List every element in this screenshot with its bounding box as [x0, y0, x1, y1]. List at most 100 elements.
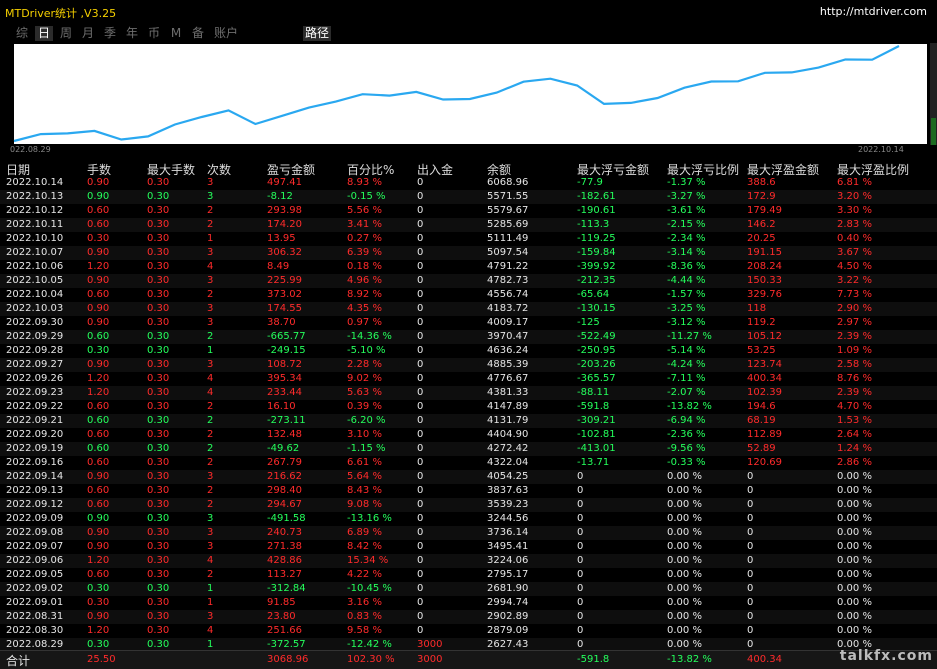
table-row[interactable]: 2022.08.31 0.90 0.30 3 23.80 0.83 % 0 2902.89 0 0…	[0, 610, 937, 624]
table-cell: 4147.89	[487, 401, 529, 412]
table-cell: 0.40 %	[837, 233, 872, 244]
table-cell: 0	[747, 625, 754, 636]
table-row[interactable]: 2022.09.28 0.30 0.30 1 -249.15 -5.10 % 0 4636.2…	[0, 344, 937, 358]
table-cell: -190.61	[577, 205, 616, 216]
table-cell: 0.30	[147, 457, 170, 468]
table-cell: 0	[417, 401, 424, 412]
table-cell: 2	[207, 485, 214, 496]
table-cell: 0.00 %	[837, 485, 872, 496]
table-cell: -13.71	[577, 457, 610, 468]
tab-5[interactable]: 年	[123, 26, 141, 41]
table-cell: -6.94 %	[667, 415, 706, 426]
table-cell: 2022.10.12	[6, 205, 64, 216]
table-cell: 0	[417, 373, 424, 384]
table-row[interactable]: 2022.09.06 1.20 0.30 4 428.86 15.34 % 0 3224.06…	[0, 554, 937, 568]
table-cell: 1.20	[87, 387, 110, 398]
table-cell: 1	[207, 583, 214, 594]
table-row[interactable]: 2022.09.23 1.20 0.30 4 233.44 5.63 % 0 4381.33 -…	[0, 386, 937, 400]
table-row[interactable]: 2022.10.03 0.90 0.30 3 174.55 4.35 % 0 4183.72 -…	[0, 302, 937, 316]
table-row[interactable]: 2022.10.13 0.90 0.30 3 -8.12 -0.15 % 0 5571.55 -…	[0, 190, 937, 204]
table-row[interactable]: 2022.09.19 0.60 0.30 2 -49.62 -1.15 % 0 4272.42…	[0, 442, 937, 456]
table-row[interactable]: 2022.10.04 0.60 0.30 2 373.02 8.92 % 0 4556.74 -…	[0, 288, 937, 302]
table-row[interactable]: 2022.09.12 0.60 0.30 2 294.67 9.08 % 0 3539.23 0…	[0, 498, 937, 512]
table-cell: 0.90	[87, 317, 110, 328]
table-row[interactable]: 2022.09.27 0.90 0.30 3 108.72 2.28 % 0 4885.39 -…	[0, 358, 937, 372]
tab-8[interactable]: 备	[189, 26, 207, 41]
table-cell: 4791.22	[487, 261, 529, 272]
table-row[interactable]: 2022.09.13 0.60 0.30 2 298.40 8.43 % 0 3837.63 0…	[0, 484, 937, 498]
table-cell: -7.11 %	[667, 373, 706, 384]
table-cell: 2022.09.22	[6, 401, 64, 412]
table-cell: 0	[747, 583, 754, 594]
table-cell: 0	[417, 177, 424, 188]
table-row[interactable]: 2022.09.30 0.90 0.30 3 38.70 0.97 % 0 4009.17 -1…	[0, 316, 937, 330]
table-cell: 0	[747, 485, 754, 496]
table-cell: -5.14 %	[667, 345, 706, 356]
tab-6[interactable]: 币	[145, 26, 163, 41]
tab-4[interactable]: 季	[101, 26, 119, 41]
table-cell: 1.20	[87, 373, 110, 384]
table-cell: 0.30	[147, 219, 170, 230]
table-row[interactable]: 2022.10.11 0.60 0.30 2 174.20 3.41 % 0 5285.69 -…	[0, 218, 937, 232]
table-cell: 6.89 %	[347, 527, 382, 538]
table-row[interactable]: 2022.09.02 0.30 0.30 1 -312.84 -10.45 % 0 2681.…	[0, 582, 937, 596]
table-cell: 91.85	[267, 597, 296, 608]
table-row[interactable]: 2022.09.08 0.90 0.30 3 240.73 6.89 % 0 3736.14 0…	[0, 526, 937, 540]
table-cell: 8.43 %	[347, 485, 382, 496]
table-cell: 251.66	[267, 625, 302, 636]
table-row[interactable]: 2022.10.06 1.20 0.30 4 8.49 0.18 % 0 4791.22 -39…	[0, 260, 937, 274]
table-cell: 9.02 %	[347, 373, 382, 384]
table-cell: 0.60	[87, 485, 110, 496]
tab-9[interactable]: 账户	[211, 26, 241, 41]
table-cell: 4322.04	[487, 457, 529, 468]
table-header: 日期 手数 最大手数 次数 盈亏金额 百分比% 出入金 余额 最大浮亏金额 最大浮亏比例 最大浮盈金…	[0, 160, 937, 177]
table-row[interactable]: 2022.10.10 0.30 0.30 1 13.95 0.27 % 0 5111.49 -1…	[0, 232, 937, 246]
table-cell: 0.00 %	[667, 541, 702, 552]
table-row[interactable]: 2022.10.14 0.90 0.30 3 497.41 8.93 % 0 6068.96 -…	[0, 176, 937, 190]
table-cell: 112.89	[747, 429, 782, 440]
table-row[interactable]: 2022.09.22 0.60 0.30 2 16.10 0.39 % 0 4147.89 -5…	[0, 400, 937, 414]
website-link[interactable]: http://mtdriver.com	[820, 5, 927, 18]
table-cell: -3.12 %	[667, 317, 706, 328]
tab-3[interactable]: 月	[79, 26, 97, 41]
table-row[interactable]: 2022.08.30 1.20 0.30 4 251.66 9.58 % 0 2879.09 0…	[0, 624, 937, 638]
table-cell: 2022.10.14	[6, 177, 64, 188]
chart-start-date: 022.08.29	[10, 145, 51, 154]
table-cell: 4.70 %	[837, 401, 872, 412]
table-row[interactable]: 2022.09.09 0.90 0.30 3 -491.58 -13.16 % 0 3244.…	[0, 512, 937, 526]
tab-path[interactable]: 路径	[303, 26, 331, 41]
table-cell: 0.30	[147, 485, 170, 496]
table-row[interactable]: 2022.09.21 0.60 0.30 2 -273.11 -6.20 % 0 4131.7…	[0, 414, 937, 428]
table-row[interactable]: 2022.09.14 0.90 0.30 3 216.62 5.64 % 0 4054.25 0…	[0, 470, 937, 484]
table-cell: 0.00 %	[667, 625, 702, 636]
table-cell: 0.30	[147, 233, 170, 244]
table-cell: 4	[207, 261, 214, 272]
table-row[interactable]: 2022.09.20 0.60 0.30 2 132.48 3.10 % 0 4404.90 -…	[0, 428, 937, 442]
table-cell: -13.16 %	[347, 513, 392, 524]
table-cell: 4782.73	[487, 275, 529, 286]
table-cell: 0	[417, 485, 424, 496]
table-row[interactable]: 2022.09.01 0.30 0.30 1 91.85 3.16 % 0 2994.74 0 0…	[0, 596, 937, 610]
table-cell: 0.00 %	[837, 569, 872, 580]
tab-0[interactable]: 综	[13, 26, 31, 41]
table-row[interactable]: 2022.09.29 0.60 0.30 2 -665.77 -14.36 % 0 3970.…	[0, 330, 937, 344]
table-cell: 0.83 %	[347, 611, 382, 622]
table-cell: 3.67 %	[837, 247, 872, 258]
table-row[interactable]: 2022.10.05 0.90 0.30 3 225.99 4.96 % 0 4782.73 -…	[0, 274, 937, 288]
table-cell: 0	[417, 597, 424, 608]
table-row[interactable]: 2022.09.16 0.60 0.30 2 267.79 6.61 % 0 4322.04 -…	[0, 456, 937, 470]
table-cell: 2022.09.19	[6, 443, 64, 454]
table-cell: 0	[577, 639, 584, 650]
tab-7[interactable]: M	[167, 26, 185, 41]
table-cell: 4	[207, 625, 214, 636]
tab-2[interactable]: 周	[57, 26, 75, 41]
table-row[interactable]: 2022.09.26 1.20 0.30 4 395.34 9.02 % 0 4776.67 -…	[0, 372, 937, 386]
table-row[interactable]: 2022.09.05 0.60 0.30 2 113.27 4.22 % 0 2795.17 0…	[0, 568, 937, 582]
table-row[interactable]: 2022.09.07 0.90 0.30 3 271.38 8.42 % 0 3495.41 0…	[0, 540, 937, 554]
table-cell: 0	[417, 569, 424, 580]
table-cell: 53.25	[747, 345, 776, 356]
tab-1[interactable]: 日	[35, 26, 53, 41]
chart-scroll-thumb[interactable]	[931, 118, 936, 145]
table-row[interactable]: 2022.10.12 0.60 0.30 2 293.98 5.56 % 0 5579.67 -…	[0, 204, 937, 218]
table-row[interactable]: 2022.10.07 0.90 0.30 3 306.32 6.39 % 0 5097.54 -…	[0, 246, 937, 260]
